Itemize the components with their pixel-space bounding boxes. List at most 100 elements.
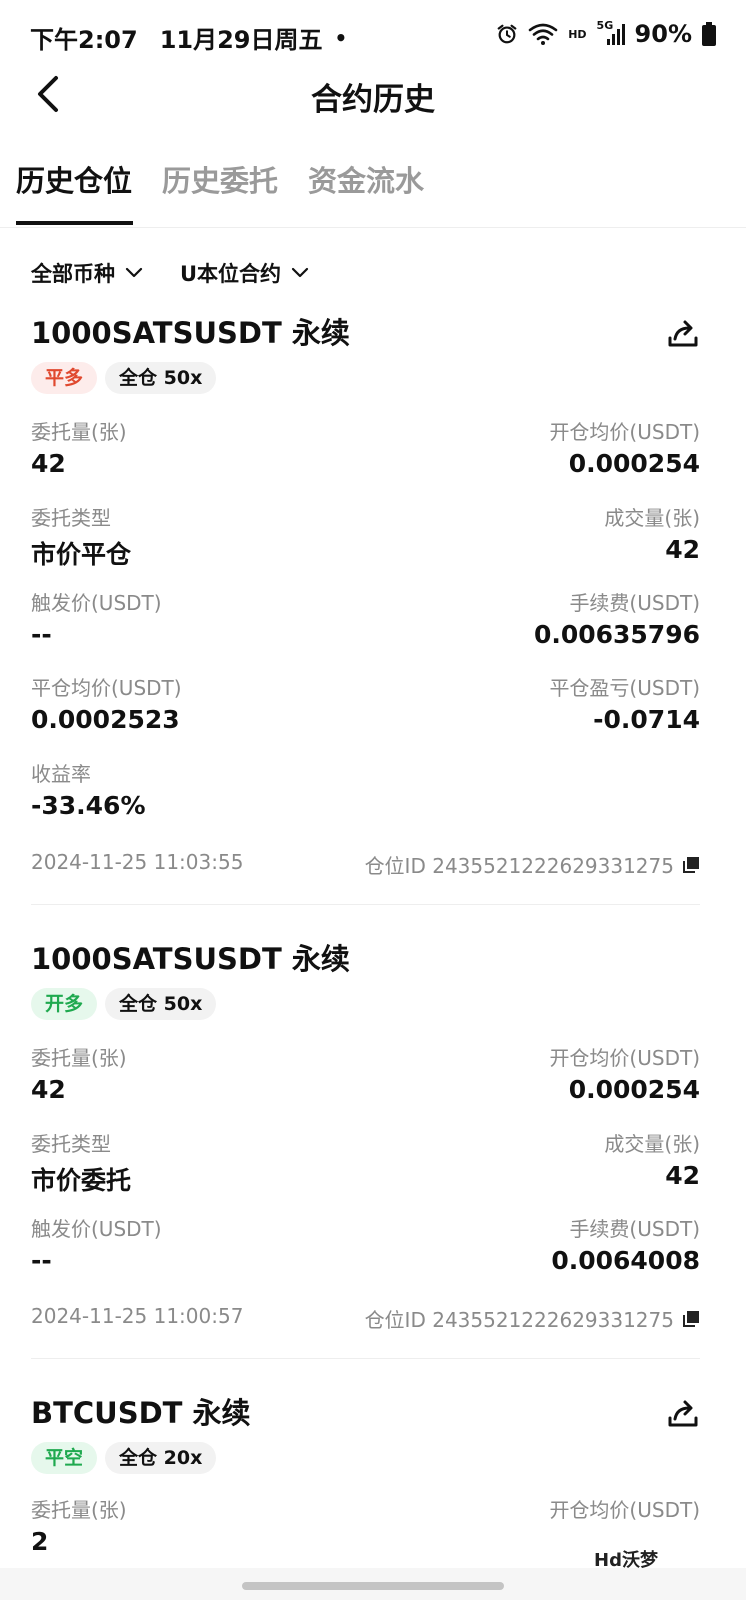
field-label: 平仓均价(USDT) [31,676,182,700]
field-value: 0.000254 [568,449,700,478]
field-trigger-price: 触发价(USDT) -- [31,1213,162,1275]
battery-percent: 90% [634,20,692,48]
field-return-rate: 收益率 -33.46% [31,758,146,820]
position-card: BTCUSDT 永续 平空 全仓 20x 委托量(张) 2 开仓均价(USDT) [0,1390,746,1568]
field-label: 手续费(USDT) [569,1217,700,1241]
card-divider [31,1358,700,1359]
field-label: 委托量(张) [31,1498,127,1522]
field-fee: 手续费(USDT) 0.00635796 [534,587,700,649]
nav-bar: 合约历史 [0,66,746,122]
field-label: 触发价(USDT) [31,1217,162,1241]
contract-filter-label: U本位合约 [180,262,282,286]
status-date: 11月29日周五 [159,26,323,54]
share-icon[interactable] [666,1396,700,1430]
margin-badge: 全仓 50x [105,362,217,394]
field-value: 42 [665,1161,700,1190]
field-label: 平仓盈亏(USDT) [549,676,700,700]
field-open-avg-price: 开仓均价(USDT) 0.000254 [549,1042,700,1104]
field-value: 0.000254 [568,1075,700,1104]
field-value: 市价委托 [31,1166,132,1195]
field-value: 42 [31,449,66,478]
card-tags: 开多 全仓 50x [31,988,217,1020]
status-dot: • [334,25,348,50]
card-timestamp: 2024-11-25 11:00:57 [31,1304,244,1328]
card-symbol-title: BTCUSDT 永续 [31,1396,251,1430]
field-order-qty: 委托量(张) 42 [31,1042,127,1104]
status-left: 下午2:07 11月29日周五 • [30,20,347,55]
position-id: 仓位ID 2435521222629331275 [365,850,700,879]
field-close-pnl: 平仓盈亏(USDT) -0.0714 [549,672,700,734]
field-label: 开仓均价(USDT) [549,420,700,444]
field-label: 委托量(张) [31,420,127,444]
signal-group: 5G [597,19,625,47]
field-value: 42 [31,1075,66,1104]
status-right: HD 5G 90% [496,18,716,50]
field-value: 0.0064008 [551,1246,700,1275]
battery-icon [702,22,716,46]
wifi-icon [528,23,558,45]
position-card: 1000SATSUSDT 永续 开多 全仓 50x 委托量(张) 42 开仓均价… [0,936,746,1366]
contract-filter-dropdown[interactable]: U本位合约 [180,258,309,288]
card-divider [31,904,700,905]
field-label: 委托量(张) [31,1046,127,1070]
field-label: 收益率 [31,762,91,786]
app-screen: 下午2:07 11月29日周五 • HD 5G 90% 合约历史 历史仓位 历史… [0,0,746,1600]
share-icon[interactable] [666,316,700,350]
field-order-qty: 委托量(张) 42 [31,416,127,478]
watermark-logo: Hd沃梦 [594,1550,658,1571]
field-value: 42 [665,535,700,564]
copy-icon[interactable] [682,1310,700,1328]
position-id-text: 仓位ID 2435521222629331275 [364,1308,674,1332]
home-indicator[interactable] [242,1582,504,1590]
page-title: 合约历史 [311,82,435,118]
coin-filter-label: 全部币种 [31,262,115,286]
field-value: 市价平仓 [31,540,132,569]
card-symbol-title: 1000SATSUSDT 永续 [31,316,350,350]
field-value: 0.0002523 [31,705,180,734]
tab-active-indicator [16,221,133,225]
field-label: 成交量(张) [604,1132,700,1156]
side-badge: 平多 [31,362,98,394]
field-trigger-price: 触发价(USDT) -- [31,587,162,649]
field-label: 成交量(张) [604,506,700,530]
field-filled-qty: 成交量(张) 42 [604,1128,700,1190]
card-symbol-title: 1000SATSUSDT 永续 [31,942,350,976]
field-filled-qty: 成交量(张) 42 [604,502,700,564]
card-tags: 平多 全仓 50x [31,362,217,394]
status-bar: 下午2:07 11月29日周五 • HD 5G 90% [0,0,746,72]
tab-fund-flow[interactable]: 资金流水 [308,158,424,200]
card-timestamp: 2024-11-25 11:03:55 [31,850,244,874]
field-value: 2 [31,1527,49,1556]
tab-bar: 历史仓位 历史委托 资金流水 [0,148,746,228]
position-card: 1000SATSUSDT 永续 平多 全仓 50x 委托量(张) 42 开仓均价… [0,310,746,910]
hd-label: HD [568,27,587,41]
chevron-down-icon [291,267,309,278]
signal-icon [606,24,625,45]
field-close-avg-price: 平仓均价(USDT) 0.0002523 [31,672,182,734]
tab-history-orders[interactable]: 历史委托 [162,158,278,200]
bottom-gesture-bar [0,1568,746,1600]
field-label: 委托类型 [31,1132,111,1156]
status-time: 下午2:07 [30,26,138,54]
margin-badge: 全仓 20x [105,1442,217,1474]
field-order-qty: 委托量(张) 2 [31,1494,127,1556]
tab-history-positions[interactable]: 历史仓位 [16,158,132,200]
coin-filter-dropdown[interactable]: 全部币种 [31,258,143,288]
field-label: 手续费(USDT) [569,591,700,615]
field-label: 开仓均价(USDT) [549,1498,700,1522]
field-order-type: 委托类型 市价平仓 [31,502,131,571]
field-value: -0.0714 [593,705,700,734]
chevron-down-icon [125,267,143,278]
field-open-avg-price: 开仓均价(USDT) 0.000254 [549,416,700,478]
position-id: 仓位ID 2435521222629331275 [365,1304,700,1333]
field-value: -- [31,1246,52,1275]
field-value: -33.46% [31,791,146,820]
field-value: 0.00635796 [533,620,700,649]
field-fee: 手续费(USDT) 0.0064008 [551,1213,700,1275]
copy-icon[interactable] [682,856,700,874]
margin-badge: 全仓 50x [105,988,217,1020]
field-value: -- [31,620,52,649]
card-tags: 平空 全仓 20x [31,1442,217,1474]
field-label: 开仓均价(USDT) [549,1046,700,1070]
field-order-type: 委托类型 市价委托 [31,1128,131,1197]
